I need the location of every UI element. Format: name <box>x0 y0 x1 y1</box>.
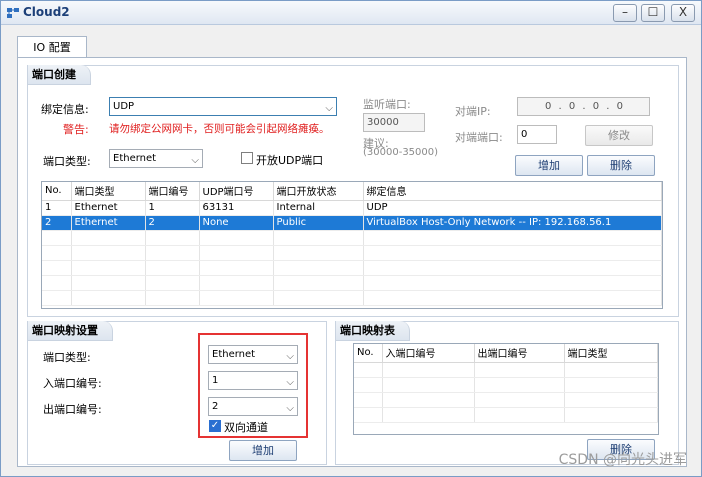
empty-row <box>42 230 662 246</box>
open-udp-checkbox[interactable] <box>241 152 253 164</box>
suggest-range: (30000-35000) <box>363 147 439 158</box>
bind-info-label: 绑定信息: <box>41 103 89 116</box>
cell: None <box>199 214 274 231</box>
peer-ip-label: 对端IP: <box>455 105 491 118</box>
port-type-select[interactable]: Ethernet ⌵ <box>109 149 203 168</box>
peer-port-label: 对端端口: <box>455 131 503 144</box>
cell: 63131 <box>199 200 274 216</box>
close-button[interactable]: X <box>671 4 695 22</box>
col-out-port: 出端口编号 <box>474 344 565 363</box>
col-port-type: 端口类型 <box>564 344 658 363</box>
modify-button[interactable]: 修改 <box>585 125 653 146</box>
empty-row <box>354 377 658 393</box>
add-port-button[interactable]: 增加 <box>515 155 583 176</box>
cell: Ethernet <box>71 200 146 216</box>
empty-row <box>42 245 662 261</box>
warning-label: 警告: <box>63 123 89 136</box>
cell: 2 <box>42 214 72 231</box>
bind-info-value: UDP <box>113 101 135 112</box>
out-port-label: 出端口编号: <box>43 403 102 416</box>
port-grid: No. 端口类型 端口编号 UDP端口号 端口开放状态 绑定信息 1 Ether… <box>42 182 662 306</box>
mapping-grid: No. 入端口编号 出端口编号 端口类型 <box>354 344 658 423</box>
col-port-type: 端口类型 <box>71 182 146 201</box>
chevron-down-icon: ⌵ <box>191 155 199 166</box>
cell: 2 <box>145 214 200 231</box>
empty-row <box>354 362 658 378</box>
cell: Internal <box>273 200 364 216</box>
col-bind-info: 绑定信息 <box>363 182 662 201</box>
maximize-button[interactable]: ☐ <box>641 4 665 22</box>
bind-info-select[interactable]: UDP ⌵ <box>109 97 337 116</box>
empty-row <box>354 407 658 423</box>
delete-port-button[interactable]: 删除 <box>587 155 655 176</box>
col-udp-port: UDP端口号 <box>199 182 274 201</box>
table-row-selected[interactable]: 2 Ethernet 2 None Public VirtualBox Host… <box>42 214 662 231</box>
col-in-port: 入端口编号 <box>382 344 475 363</box>
col-open-status: 端口开放状态 <box>273 182 364 201</box>
mapping-table-header: No. 入端口编号 出端口编号 端口类型 <box>354 344 658 363</box>
listen-port-input[interactable]: 30000 <box>363 113 425 132</box>
open-udp-label: 开放UDP端口 <box>256 154 324 167</box>
table-row[interactable]: 1 Ethernet 1 63131 Internal UDP <box>42 200 662 216</box>
cell: VirtualBox Host-Only Network -- IP: 192.… <box>363 214 662 231</box>
empty-row <box>354 392 658 408</box>
cell: 1 <box>145 200 200 216</box>
add-mapping-button[interactable]: 增加 <box>229 440 297 461</box>
port-type-label: 端口类型: <box>43 155 91 168</box>
in-port-label: 入端口编号: <box>43 377 102 390</box>
port-table[interactable]: No. 端口类型 端口编号 UDP端口号 端口开放状态 绑定信息 1 Ether… <box>41 181 663 309</box>
mapping-table-title: 端口映射表 <box>336 321 410 341</box>
peer-ip-input[interactable]: 0 . 0 . 0 . 0 <box>517 97 650 116</box>
cloud2-window: Cloud2 – ☐ X IO 配置 端口创建 绑定信息: UDP ⌵ 警告: … <box>0 0 702 477</box>
warning-text: 请勿绑定公网网卡，否则可能会引起网络瘫痪。 <box>109 123 330 135</box>
cell: UDP <box>363 200 662 216</box>
mapping-settings-title: 端口映射设置 <box>28 321 113 341</box>
peer-port-input[interactable]: 0 <box>517 125 557 144</box>
col-port-number: 端口编号 <box>145 182 200 201</box>
empty-row <box>42 290 662 306</box>
red-highlight-box <box>198 333 308 438</box>
title-bar[interactable]: Cloud2 – ☐ X <box>1 1 701 25</box>
cell: Public <box>273 214 364 231</box>
map-port-type-label: 端口类型: <box>43 351 91 364</box>
empty-row <box>42 275 662 291</box>
cell: Ethernet <box>71 214 146 231</box>
col-no: No. <box>354 344 383 363</box>
listen-port-label: 监听端口: <box>363 98 411 111</box>
tab-io-config[interactable]: IO 配置 <box>17 36 87 58</box>
watermark-text: CSDN @向光头进军 <box>558 452 687 468</box>
window-title: Cloud2 <box>23 5 70 19</box>
port-type-value: Ethernet <box>113 153 157 164</box>
port-create-title: 端口创建 <box>28 65 91 85</box>
port-table-header: No. 端口类型 端口编号 UDP端口号 端口开放状态 绑定信息 <box>42 182 662 201</box>
empty-row <box>42 260 662 276</box>
chevron-down-icon: ⌵ <box>325 103 333 114</box>
minimize-button[interactable]: – <box>613 4 637 22</box>
col-no: No. <box>42 182 72 201</box>
cloud-app-icon <box>7 8 19 18</box>
mapping-table[interactable]: No. 入端口编号 出端口编号 端口类型 <box>353 343 659 435</box>
cell: 1 <box>42 200 72 216</box>
